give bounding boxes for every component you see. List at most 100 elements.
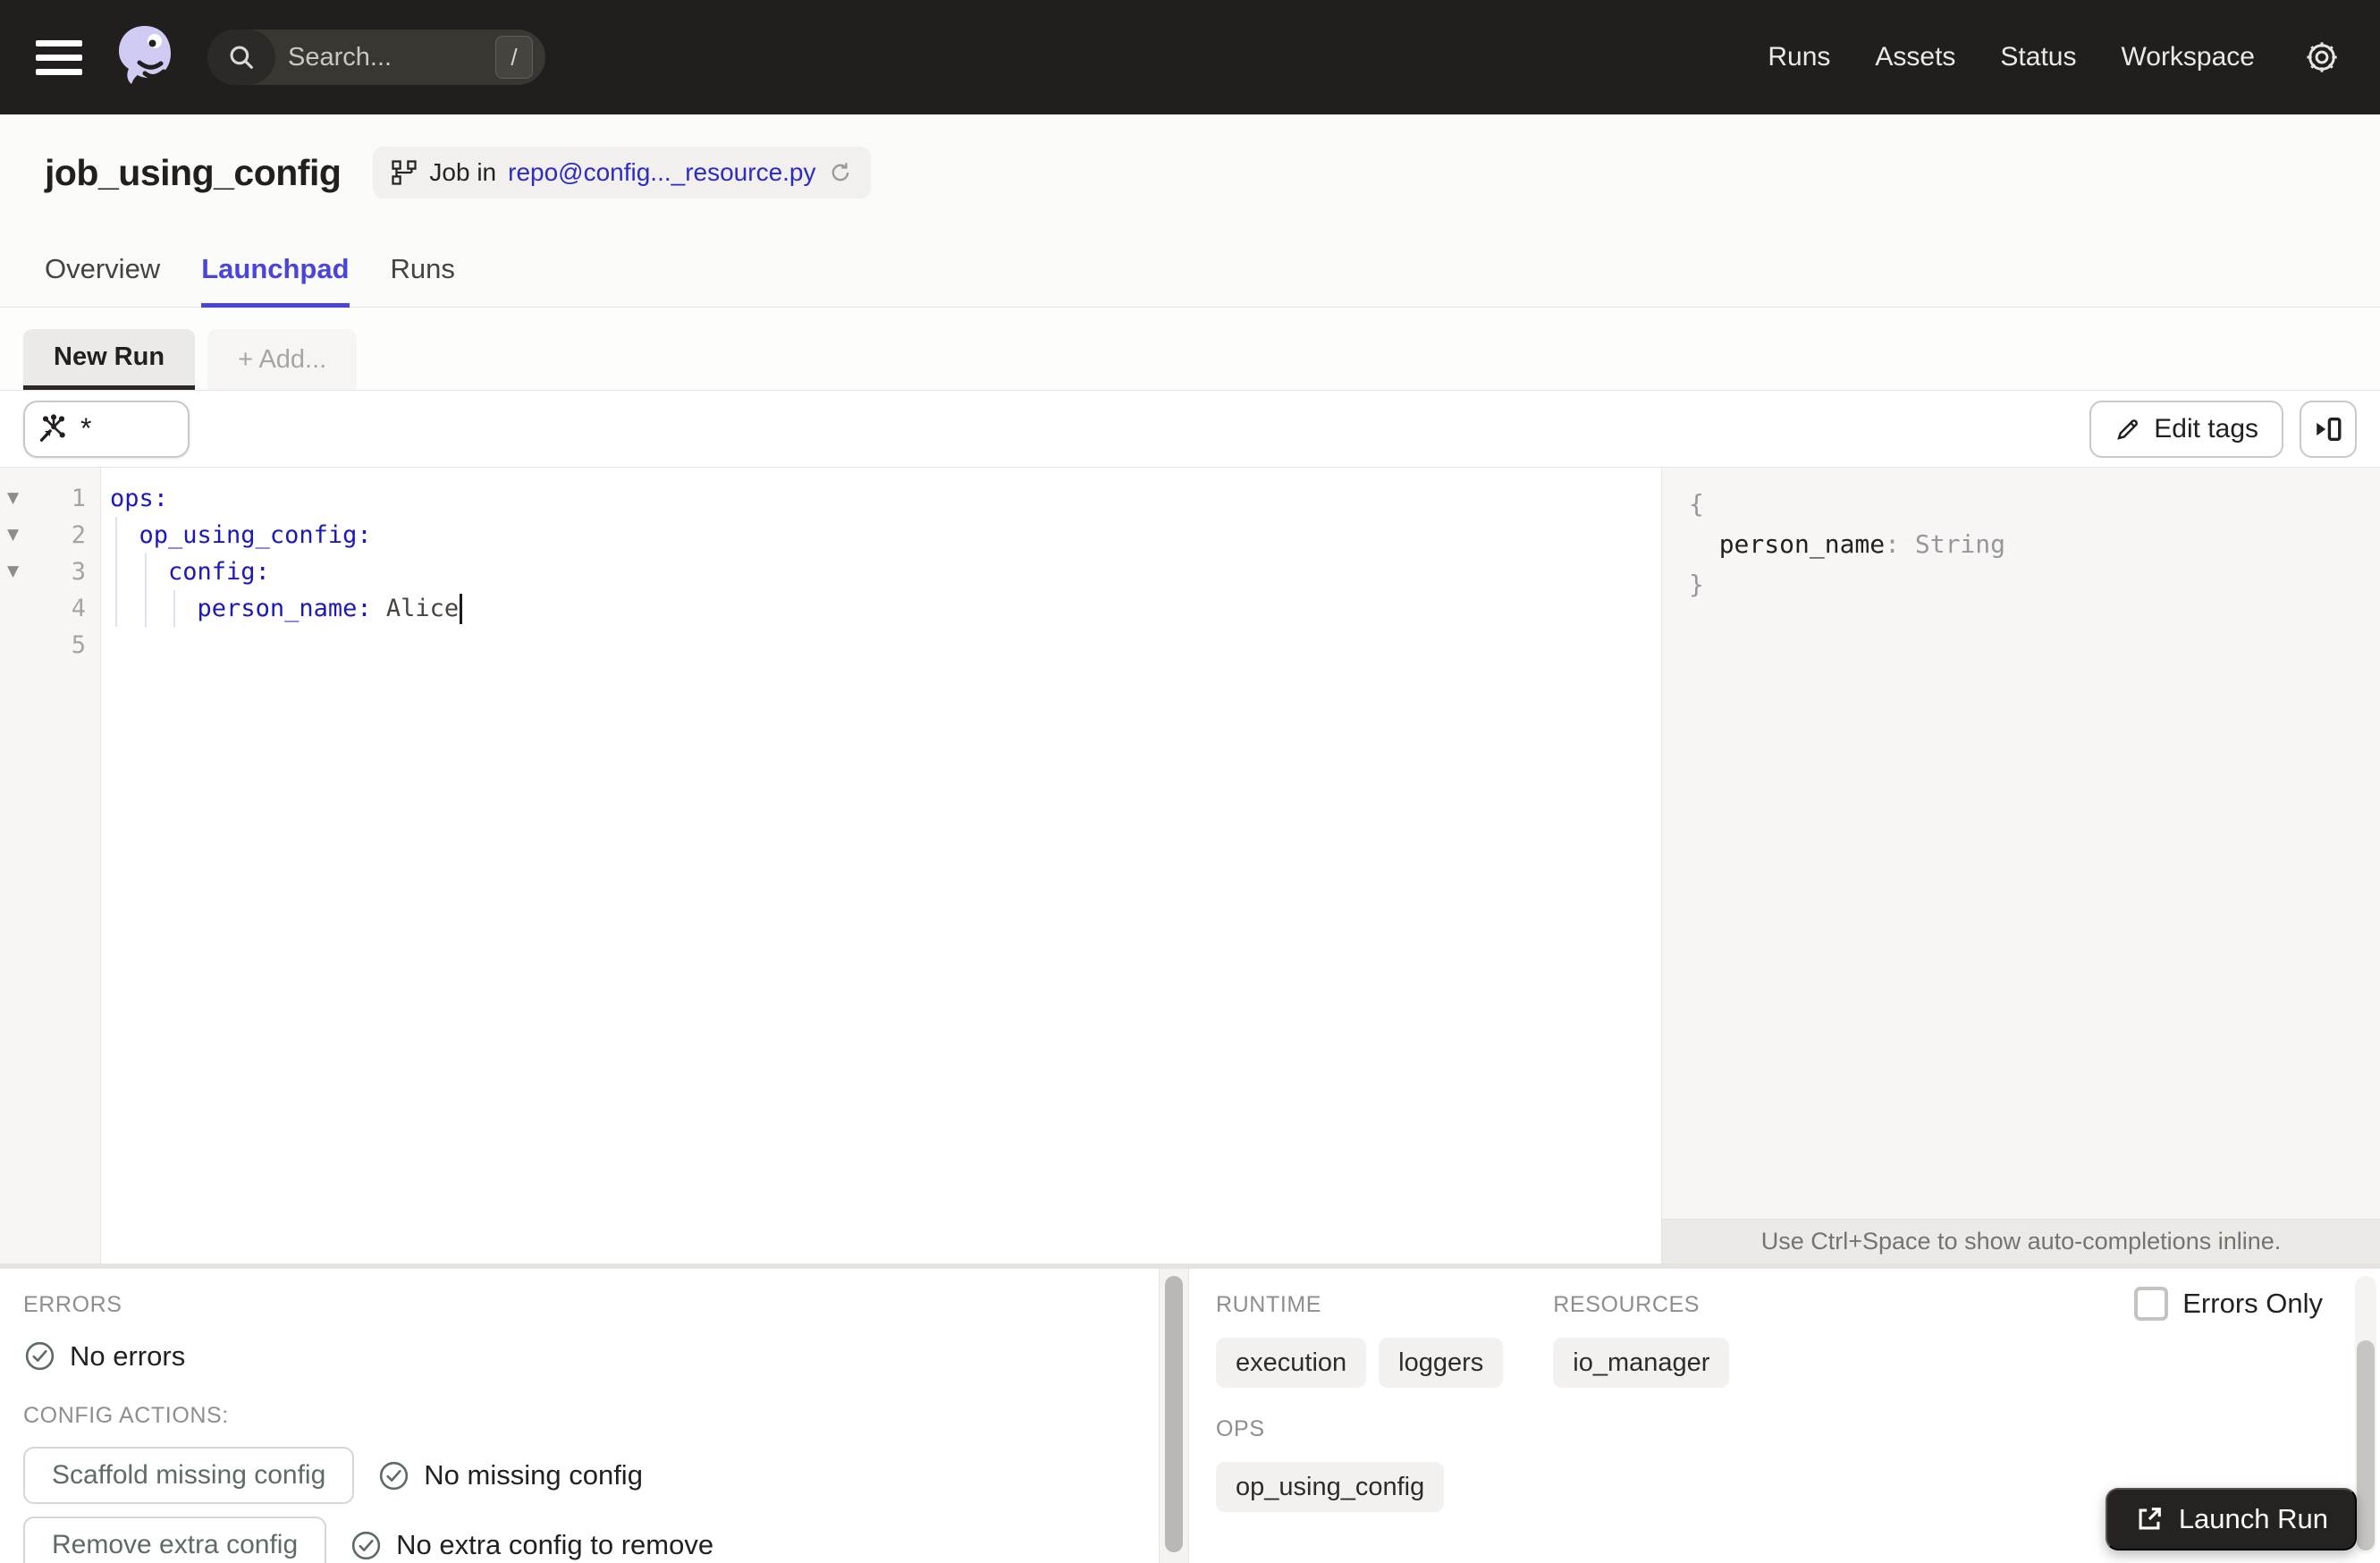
edit-tags-button[interactable]: Edit tags <box>2089 400 2283 458</box>
nav-assets[interactable]: Assets <box>1875 42 1955 72</box>
nav-status[interactable]: Status <box>2000 42 2076 72</box>
line-number: 5 <box>71 631 86 659</box>
config-actions-heading: CONFIG ACTIONS: <box>23 1403 229 1428</box>
errors-status-text: No errors <box>70 1339 186 1372</box>
check-circle-icon <box>25 1341 55 1371</box>
launchpad-main: ▼ 1 ▼ 2 ▼ 3 4 5 ops: op_using_config: co… <box>0 468 2380 1263</box>
gutter-line-2: ▼ 2 <box>0 517 100 553</box>
code-line: ops: <box>110 485 169 512</box>
bottom-panel: ERRORS No errors CONFIG ACTIONS: Scaffol… <box>0 1269 2380 1563</box>
errors-heading: ERRORS <box>23 1292 122 1317</box>
global-search[interactable]: / <box>207 30 545 85</box>
search-shortcut-badge: / <box>495 36 533 79</box>
scaffold-missing-config-button[interactable]: Scaffold missing config <box>23 1447 355 1504</box>
tab-launchpad[interactable]: Launchpad <box>201 253 350 308</box>
indent-guide <box>115 517 117 627</box>
run-sections-panel: RUNTIME execution loggers RESOURCES io_m… <box>1189 1269 2380 1563</box>
autocomplete-hint: Use Ctrl+Space to show auto-completions … <box>1662 1219 2380 1263</box>
gutter-line-1: ▼ 1 <box>0 480 100 517</box>
line-number: 3 <box>71 558 86 586</box>
missing-config-status-text: No missing config <box>424 1459 643 1491</box>
search-input[interactable] <box>275 42 495 72</box>
external-link-icon <box>2139 1508 2161 1530</box>
page-title: job_using_config <box>45 151 342 193</box>
bottom-panel-scrollbar[interactable] <box>1159 1269 1189 1563</box>
line-number: 1 <box>71 485 86 512</box>
runtime-tag-execution[interactable]: execution <box>1216 1338 1367 1388</box>
repo-link[interactable]: repo@config..._resource.py <box>508 158 815 187</box>
remove-extra-config-button[interactable]: Remove extra config <box>23 1517 327 1563</box>
nav-workspace[interactable]: Workspace <box>2121 42 2255 72</box>
config-schema-panel: { person_name: String } Use Ctrl+Space t… <box>1661 468 2380 1263</box>
job-header: job_using_config Job in repo@config..._r… <box>0 114 2380 308</box>
runtime-tag-loggers[interactable]: loggers <box>1379 1338 1504 1388</box>
pencil-icon <box>2117 418 2139 440</box>
ops-heading: OPS <box>1216 1416 1265 1441</box>
launchpad-config-tabs: New Run + Add... <box>0 308 2380 391</box>
schema-brace-close: } <box>1689 570 1704 599</box>
check-circle-icon <box>380 1461 409 1490</box>
scaffold-action-row: Scaffold missing config No missing confi… <box>23 1447 1159 1504</box>
tab-overview[interactable]: Overview <box>45 253 160 308</box>
tab-runs[interactable]: Runs <box>391 253 455 308</box>
edit-tags-label: Edit tags <box>2154 413 2258 444</box>
fold-triangle-icon[interactable]: ▼ <box>7 562 19 580</box>
gear-icon[interactable] <box>2303 38 2341 76</box>
top-nav-links: Runs Assets Status Workspace <box>1768 38 2341 76</box>
errors-only-toggle: Errors Only <box>2134 1287 2323 1321</box>
job-badge-prefix: Job in <box>429 158 497 186</box>
line-number: 4 <box>71 595 86 622</box>
code-line: person_name: Alice <box>110 590 1661 627</box>
job-graph-icon <box>392 160 418 185</box>
op-selector-input[interactable]: * <box>23 400 190 458</box>
launch-run-label: Launch Run <box>2178 1503 2328 1534</box>
config-tab-add[interactable]: + Add... <box>207 329 358 390</box>
expand-panel-icon <box>2317 417 2342 441</box>
search-icon <box>207 30 275 85</box>
check-circle-icon <box>351 1531 381 1559</box>
errors-only-checkbox[interactable] <box>2134 1287 2169 1321</box>
op-selector-value: * <box>80 412 92 444</box>
launch-run-button[interactable]: Launch Run <box>2105 1488 2357 1550</box>
octopus-logo-icon <box>119 26 171 86</box>
config-tab-new-run[interactable]: New Run <box>23 329 196 390</box>
extra-config-status: No extra config to remove <box>350 1529 713 1562</box>
right-panel-scrollbar[interactable] <box>2355 1276 2376 1554</box>
ops-tag-op-using-config[interactable]: op_using_config <box>1216 1462 1445 1512</box>
errors-and-actions-panel: ERRORS No errors CONFIG ACTIONS: Scaffol… <box>0 1269 1159 1563</box>
job-tabs: Overview Launchpad Runs <box>45 253 455 308</box>
gutter-line-5: 5 <box>0 627 100 663</box>
line-number: 2 <box>71 521 86 549</box>
indent-guide <box>145 553 147 627</box>
resources-heading: RESOURCES <box>1553 1292 1701 1317</box>
gutter-line-4: 4 <box>0 590 100 627</box>
runtime-section: RUNTIME execution loggers <box>1216 1292 1504 1388</box>
menu-icon[interactable] <box>36 39 82 75</box>
extra-config-status-text: No extra config to remove <box>396 1529 714 1560</box>
fold-triangle-icon[interactable]: ▼ <box>7 526 19 544</box>
missing-config-status: No missing config <box>377 1459 643 1492</box>
gutter-line-3: ▼ 3 <box>0 553 100 590</box>
errors-status-row: No errors <box>23 1339 1159 1373</box>
nav-runs[interactable]: Runs <box>1768 42 1830 72</box>
resources-section: RESOURCES io_manager <box>1553 1292 1730 1388</box>
top-navigation-bar: / Runs Assets Status Workspace <box>0 0 2380 114</box>
schema-brace-open: { <box>1689 489 1704 519</box>
scrollbar-thumb[interactable] <box>2357 1340 2375 1550</box>
resources-tag-io-manager[interactable]: io_manager <box>1553 1338 1730 1388</box>
job-origin-badge: Job in repo@config..._resource.py <box>373 147 871 199</box>
op-selector-icon <box>39 413 65 442</box>
editor-gutter: ▼ 1 ▼ 2 ▼ 3 4 5 <box>0 468 101 1263</box>
runtime-heading: RUNTIME <box>1216 1292 1322 1317</box>
scrollbar-thumb[interactable] <box>1165 1276 1183 1552</box>
refresh-icon[interactable] <box>828 160 853 185</box>
toggle-right-panel-button[interactable] <box>2300 400 2357 458</box>
dagster-logo[interactable] <box>113 23 177 91</box>
schema-entry: person_name: String <box>1718 529 2006 559</box>
launchpad-toolbar: * Edit tags <box>0 391 2380 468</box>
code-line: config: <box>168 558 270 586</box>
fold-triangle-icon[interactable]: ▼ <box>7 489 19 507</box>
errors-only-label: Errors Only <box>2182 1288 2323 1319</box>
config-editor[interactable]: ops: op_using_config: config: person_nam… <box>101 468 1661 1263</box>
